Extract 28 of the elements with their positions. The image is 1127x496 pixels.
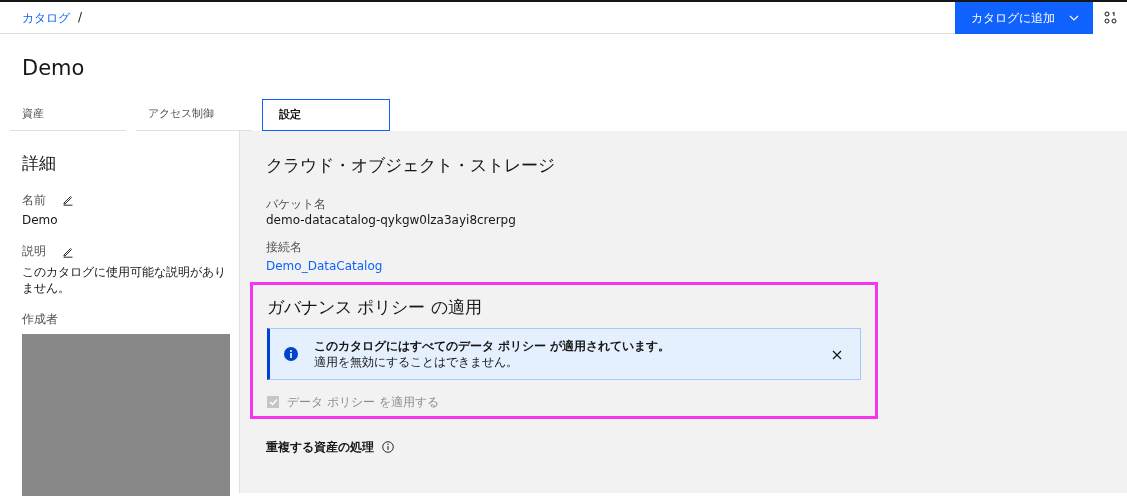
- panel-title: 詳細: [22, 152, 57, 176]
- page-title: Demo: [22, 56, 86, 82]
- add-to-catalog-button[interactable]: カタログに追加: [955, 1, 1093, 34]
- field-label: 作成者: [22, 312, 58, 329]
- notification-title: このカタログにはすべてのデータ ポリシー が適用されています。: [314, 337, 672, 355]
- nodes-icon: [1103, 11, 1117, 24]
- field-label: 接続名: [266, 240, 303, 257]
- field-label: バケット名: [266, 196, 327, 213]
- checkbox-label: データ ポリシー を適用する: [287, 394, 439, 411]
- section-subtitle: 重複する資産の処理: [266, 439, 374, 456]
- field-value: Demo: [22, 212, 59, 229]
- field-value: demo-datacatalog-qykgw0lza3ayi8crerpg: [266, 212, 517, 229]
- info-icon[interactable]: [382, 441, 394, 454]
- notification-message: 適用を無効にすることはできません。: [314, 354, 519, 371]
- field-label: 名前: [22, 192, 46, 209]
- section-title: クラウド・オブジェクト・ストレージ: [266, 154, 556, 178]
- breadcrumb-link[interactable]: カタログ: [22, 8, 70, 27]
- breadcrumb-separator: /: [78, 9, 83, 26]
- connection-link[interactable]: Demo_DataCatalog: [266, 257, 383, 276]
- section-title: ガバナンス ポリシー の適用: [267, 295, 483, 319]
- field-value: このカタログに使用可能な説明がありません。: [22, 264, 227, 297]
- close-icon: [832, 349, 842, 360]
- tab[interactable]: 設定: [262, 99, 390, 132]
- chevron-down-icon: [1069, 14, 1079, 21]
- field-label: 説明: [22, 244, 46, 261]
- info-icon: [284, 347, 298, 362]
- edit-icon[interactable]: [62, 194, 74, 207]
- edit-icon[interactable]: [62, 246, 74, 259]
